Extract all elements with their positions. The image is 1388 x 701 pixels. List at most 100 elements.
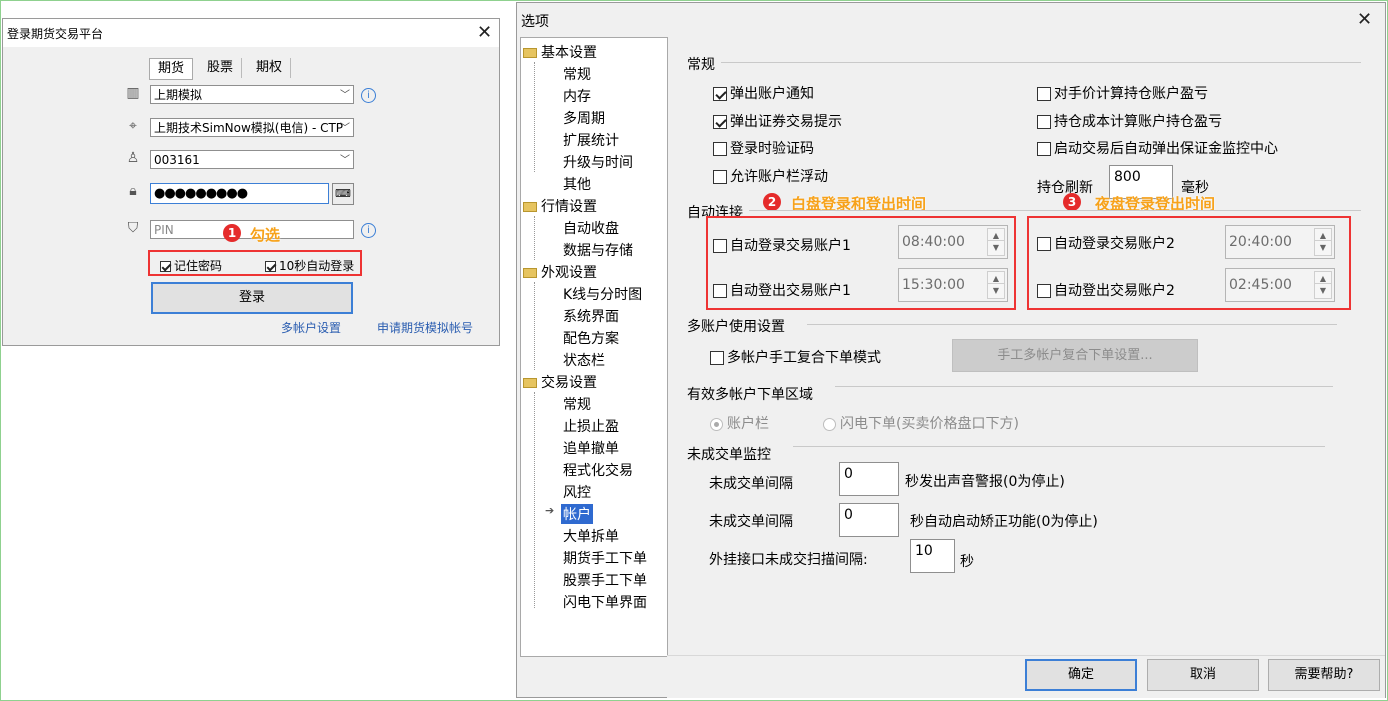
tree-group-appearance[interactable]: 外观设置 [523,262,597,282]
logout1-time-value: 15:30:00 [902,277,965,293]
float-account-bar-checkbox[interactable]: 允许账户栏浮动 [713,166,828,186]
tree-item[interactable]: 内存 [563,86,591,106]
unfilled-row2-suffix: 秒自动启动矫正功能(0为停止) [910,514,1098,530]
tree-item[interactable]: 系统界面 [563,306,619,326]
tree-item[interactable]: 多周期 [563,108,605,128]
ok-button[interactable]: 确定 [1025,659,1137,691]
auto-logout-account1-checkbox[interactable]: 自动登出交易账户1 [713,280,851,300]
tree-item[interactable]: 期货手工下单 [563,548,647,568]
info-icon[interactable]: i [361,223,376,238]
checkbox-mark [713,284,727,298]
tree-item[interactable]: 升级与时间 [563,152,633,172]
multi-account-link[interactable]: 多帐户设置 [281,319,341,336]
tree-group-trading[interactable]: 交易设置 [523,372,597,392]
spin-down-icon[interactable]: ▼ [987,240,1005,256]
login-captcha-checkbox[interactable]: 登录时验证码 [713,138,814,158]
tree-group-basic[interactable]: 基本设置 [523,42,597,62]
login-close-icon[interactable]: ✕ [477,24,492,42]
tree-item[interactable]: 程式化交易 [563,460,633,480]
separator [807,324,1337,325]
options-close-icon[interactable]: ✕ [1357,11,1372,29]
unfilled-alarm-input[interactable]: 0 [839,462,899,496]
folder-icon [523,48,537,58]
help-button[interactable]: 需要帮助? [1268,659,1380,691]
spin-down-icon[interactable]: ▼ [1314,240,1332,256]
login-title: 登录期货交易平台 [7,27,104,41]
tree-item[interactable]: 常规 [563,394,591,414]
tree-item[interactable]: 常规 [563,64,591,84]
cost-pnl-checkbox[interactable]: 持仓成本计算账户持仓盈亏 [1037,111,1222,131]
arrow-right-icon: ➔ [545,504,555,517]
spin-down-icon[interactable]: ▼ [987,283,1005,299]
separator [793,446,1325,447]
tab-stocks[interactable]: 股票 [199,58,243,78]
tree-item[interactable]: 追单撤单 [563,438,619,458]
logout2-time-spinner[interactable]: 02:45:00 ▲ ▼ [1225,268,1335,302]
scan-interval-input[interactable]: 10 [910,539,955,573]
lock-icon: 🔒︎ [129,183,137,199]
multi-manual-mode-checkbox[interactable]: 多帐户手工复合下单模式 [710,347,881,367]
tree-group-market[interactable]: 行情设置 [523,196,597,216]
auto-login-checkbox[interactable]: 10秒自动登录 [265,257,354,274]
unfilled-row3-label: 外挂接口未成交扫描间隔: [709,552,868,568]
unfilled-correct-input[interactable]: 0 [839,503,899,537]
checkbox-mark [713,87,727,101]
broker-select[interactable]: 上期模拟 ﹀ [150,85,354,104]
popup-account-notice-checkbox[interactable]: 弹出账户通知 [713,83,814,103]
valid-area-heading: 有效多帐户下单区域 [687,387,813,403]
tab-options[interactable]: 期权 [248,58,292,78]
logout1-time-spinner[interactable]: 15:30:00 ▲ ▼ [898,268,1008,302]
annotation-badge-1: 1 [223,224,241,242]
tree-guide [534,392,535,608]
tree-item[interactable]: 状态栏 [563,350,605,370]
tree-item[interactable]: 数据与存储 [563,240,633,260]
unfilled-heading: 未成交单监控 [687,447,771,463]
account-select[interactable]: 003161 ﹀ [150,150,354,169]
remember-password-checkbox[interactable]: 记住密码 [160,257,222,274]
checkbox-mark [1037,115,1051,129]
account-bar-radio[interactable]: 账户栏 [710,413,769,433]
apply-simulation-link[interactable]: 申请期货模拟帐号 [377,319,473,336]
tree-item[interactable]: 大单拆单 [563,526,619,546]
tree-item[interactable]: 扩展统计 [563,130,619,150]
cancel-button[interactable]: 取消 [1147,659,1259,691]
login-tabs: 期货 股票 期权 [149,58,297,80]
login1-time-spinner[interactable]: 08:40:00 ▲ ▼ [898,225,1008,259]
folder-icon [523,378,537,388]
separator [749,210,1361,211]
auto-login-account2-checkbox[interactable]: 自动登录交易账户2 [1037,233,1175,253]
info-icon[interactable]: i [361,88,376,103]
checkbox-mark [713,115,727,129]
tree-item[interactable]: 止损止盈 [563,416,619,436]
checkbox-mark [710,351,724,365]
password-input[interactable]: ●●●●●●●●● [150,183,329,204]
tree-item[interactable]: 配色方案 [563,328,619,348]
server-select[interactable]: 上期技术SimNow模拟(电信) - CTP ﹀ [150,118,354,137]
folder-icon [523,268,537,278]
spin-down-icon[interactable]: ▼ [1314,283,1332,299]
general-heading: 常规 [687,57,715,73]
pin-placeholder: PIN [154,223,174,237]
tree-item-selected[interactable]: 帐户 [561,504,593,524]
tree-item[interactable]: 闪电下单界面 [563,592,647,612]
server-value: 上期技术SimNow模拟(电信) - CTP [154,121,344,135]
user-icon: ♙ [126,150,140,166]
margin-monitor-checkbox[interactable]: 启动交易后自动弹出保证金监控中心 [1037,138,1278,158]
counterparty-price-pnl-checkbox[interactable]: 对手价计算持仓账户盈亏 [1037,83,1208,103]
tree-item[interactable]: 股票手工下单 [563,570,647,590]
tree-item[interactable]: 其他 [563,174,591,194]
auto-logout-account2-checkbox[interactable]: 自动登出交易账户2 [1037,280,1175,300]
login2-time-spinner[interactable]: 20:40:00 ▲ ▼ [1225,225,1335,259]
popup-stock-tip-checkbox[interactable]: 弹出证券交易提示 [713,111,842,131]
login-button[interactable]: 登录 [151,282,353,314]
tab-futures[interactable]: 期货 [149,58,194,80]
keyboard-icon[interactable]: ⌨ [332,183,354,205]
lightning-order-radio[interactable]: 闪电下单(买卖价格盘口下方) [823,413,1019,433]
tree-guide [534,216,535,260]
auto-login-account1-checkbox[interactable]: 自动登录交易账户1 [713,235,851,255]
checkbox-mark [713,239,727,253]
tree-item[interactable]: 自动收盘 [563,218,619,238]
tree-item[interactable]: 风控 [563,482,591,502]
tree-item[interactable]: K线与分时图 [563,284,642,304]
manual-multi-settings-button[interactable]: 手工多帐户复合下单设置... [952,339,1198,372]
